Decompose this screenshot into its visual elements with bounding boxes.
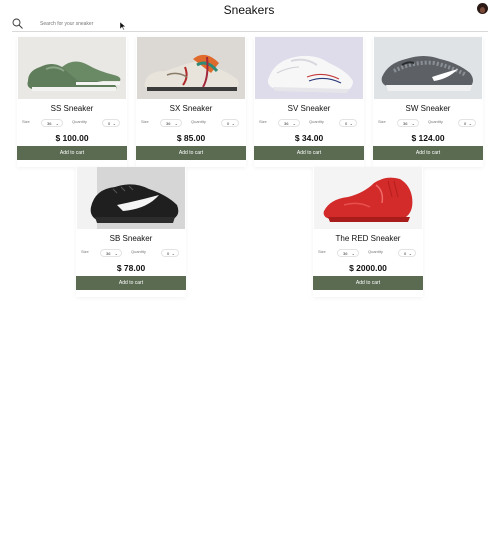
quantity-select[interactable]: 0 ⌄ [221, 119, 239, 127]
quantity-select[interactable]: 0 ⌄ [339, 119, 357, 127]
size-label: Size [81, 249, 89, 254]
product-image[interactable] [374, 37, 482, 99]
size-value: 36 [284, 121, 289, 126]
product-price: $ 78.00 [116, 263, 146, 273]
add-to-cart-button[interactable]: Add to cart [76, 276, 186, 290]
size-value: 36 [343, 251, 348, 256]
quantity-select[interactable]: 0 ⌄ [102, 119, 120, 127]
chevron-down-icon: ⌄ [351, 251, 355, 256]
product-name: SS Sneaker [50, 104, 94, 113]
quantity-select[interactable]: 0 ⌄ [458, 119, 476, 127]
quantity-value: 0 [464, 121, 467, 126]
size-label: Size [141, 119, 149, 124]
size-value: 36 [47, 121, 52, 126]
product-image[interactable] [137, 37, 245, 99]
size-label: Size [22, 119, 30, 124]
product-card-sw-sneaker: SW Sneaker Size 36 ⌄ Quantity 0 ⌄ $ 124.00… [373, 37, 483, 167]
product-name: SX Sneaker [169, 104, 213, 113]
quantity-value: 0 [108, 121, 111, 126]
search-underline [12, 31, 488, 32]
product-card-red-sneaker: The RED Sneaker Size 36 ⌄ Quantity 0 ⌄ $ 2… [313, 167, 423, 297]
size-value: 36 [403, 121, 408, 126]
product-name: SB Sneaker [109, 234, 153, 243]
user-avatar[interactable] [477, 3, 488, 14]
chevron-down-icon: ⌄ [231, 121, 235, 126]
add-to-cart-button[interactable]: Add to cart [254, 146, 364, 160]
quantity-select[interactable]: 0 ⌄ [398, 249, 416, 257]
add-to-cart-button[interactable]: Add to cart [313, 276, 423, 290]
product-name: SV Sneaker [287, 104, 331, 113]
product-name: SW Sneaker [405, 104, 451, 113]
size-select[interactable]: 36 ⌄ [160, 119, 182, 127]
product-price: $ 85.00 [176, 133, 206, 143]
quantity-value: 0 [227, 121, 230, 126]
product-image[interactable] [18, 37, 126, 99]
chevron-down-icon: ⌄ [112, 121, 116, 126]
size-label: Size [259, 119, 267, 124]
chevron-down-icon: ⌄ [114, 251, 118, 256]
quantity-value: 0 [345, 121, 348, 126]
size-label: Size [378, 119, 386, 124]
size-select[interactable]: 36 ⌄ [100, 249, 122, 257]
product-card-sx-sneaker: SX Sneaker Size 36 ⌄ Quantity 0 ⌄ $ 85.00 … [136, 37, 246, 167]
chevron-down-icon: ⌄ [292, 121, 296, 126]
chevron-down-icon: ⌄ [55, 121, 59, 126]
size-value: 36 [106, 251, 111, 256]
product-price: $ 100.00 [55, 133, 89, 143]
add-to-cart-button[interactable]: Add to cart [17, 146, 127, 160]
chevron-down-icon: ⌄ [174, 121, 178, 126]
product-image[interactable] [77, 167, 185, 229]
size-value: 36 [166, 121, 171, 126]
search-input[interactable] [40, 18, 440, 30]
chevron-down-icon: ⌄ [411, 121, 415, 126]
product-card-ss-sneaker: SS Sneaker Size 36 ⌄ Quantity 0 ⌄ $ 100.00… [17, 37, 127, 167]
search-icon[interactable] [12, 18, 23, 29]
size-label: Size [318, 249, 326, 254]
quantity-label: Quantity [191, 119, 206, 124]
quantity-label: Quantity [309, 119, 324, 124]
quantity-value: 0 [404, 251, 407, 256]
add-to-cart-button[interactable]: Add to cart [136, 146, 246, 160]
quantity-label: Quantity [72, 119, 87, 124]
product-price: $ 124.00 [411, 133, 445, 143]
chevron-down-icon: ⌄ [171, 251, 175, 256]
size-select[interactable]: 36 ⌄ [397, 119, 419, 127]
quantity-label: Quantity [428, 119, 443, 124]
add-to-cart-button[interactable]: Add to cart [373, 146, 483, 160]
size-select[interactable]: 36 ⌄ [41, 119, 63, 127]
chevron-down-icon: ⌄ [468, 121, 472, 126]
product-image[interactable] [314, 167, 422, 229]
quantity-value: 0 [167, 251, 170, 256]
quantity-select[interactable]: 0 ⌄ [161, 249, 179, 257]
product-card-sb-sneaker: SB Sneaker Size 36 ⌄ Quantity 0 ⌄ $ 78.00 … [76, 167, 186, 297]
product-price: $ 2000.00 [349, 263, 387, 273]
quantity-label: Quantity [131, 249, 146, 254]
page-title: Sneakers [223, 3, 275, 17]
size-select[interactable]: 36 ⌄ [337, 249, 359, 257]
product-name: The RED Sneaker [335, 234, 401, 243]
chevron-down-icon: ⌄ [408, 251, 412, 256]
quantity-label: Quantity [368, 249, 383, 254]
product-price: $ 34.00 [294, 133, 324, 143]
product-card-sv-sneaker: SV Sneaker Size 36 ⌄ Quantity 0 ⌄ $ 34.00 … [254, 37, 364, 167]
size-select[interactable]: 36 ⌄ [278, 119, 300, 127]
product-image[interactable] [255, 37, 363, 99]
chevron-down-icon: ⌄ [349, 121, 353, 126]
mouse-cursor-icon [120, 22, 126, 30]
